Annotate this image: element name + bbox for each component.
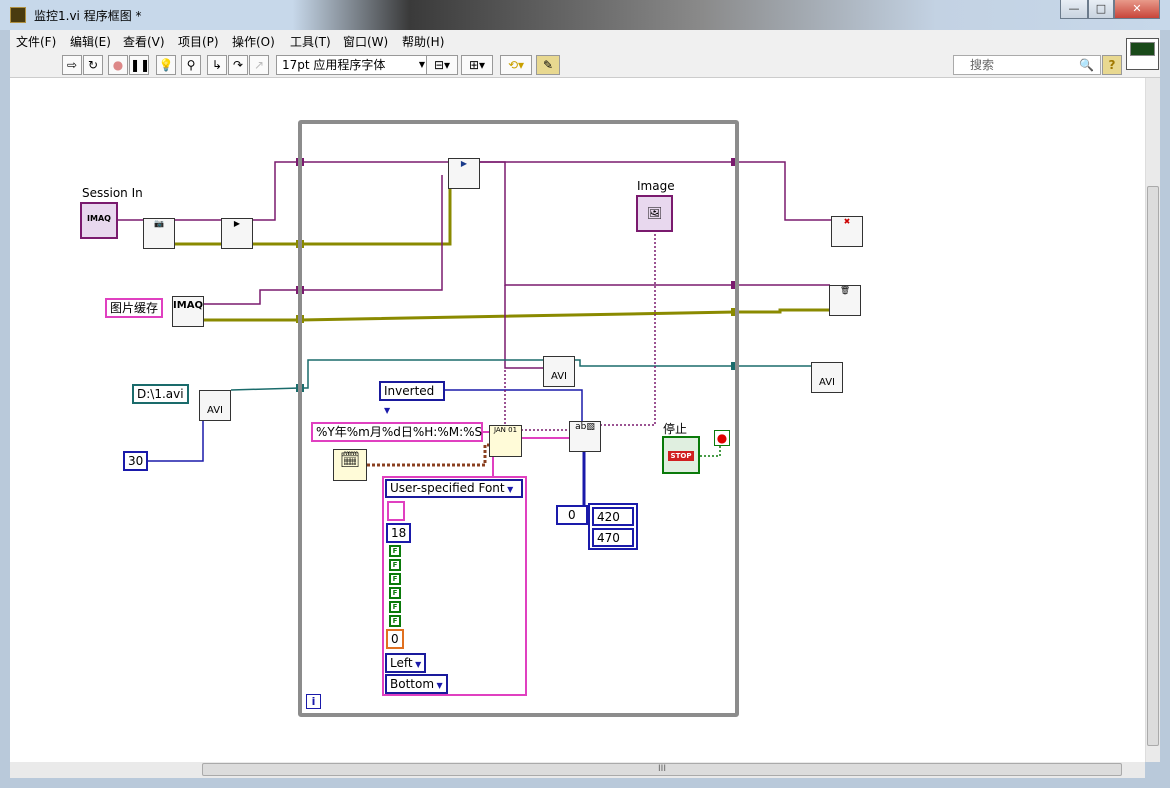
bool-const[interactable]: F — [389, 587, 401, 599]
stop-button-terminal[interactable]: STOP — [662, 436, 700, 474]
date-format-const[interactable]: %Y年%m月%d日%H:%M:%S — [311, 422, 483, 442]
imaq-overlay-text-node[interactable]: ab▧ — [569, 421, 601, 452]
imaq-dispose-node[interactable]: 🗑 — [829, 285, 861, 316]
font-option-enum[interactable]: User-specified Font ▼ — [385, 479, 523, 498]
text-mode-enum[interactable]: Inverted ▼ — [379, 381, 445, 415]
session-in-label: Session In — [82, 186, 143, 200]
avi-path-const[interactable]: D:\1.avi — [132, 384, 189, 404]
frame-rate-const[interactable]: 30 — [123, 451, 149, 471]
avi-write-text: AVI — [551, 371, 567, 382]
session-in-control[interactable]: IMAQ — [80, 202, 118, 239]
horizontal-scrollbar[interactable]: III — [10, 762, 1145, 778]
font-option-value: User-specified Font — [390, 481, 505, 495]
avi-create-node[interactable]: AVI — [199, 390, 231, 421]
imaq-create-node[interactable]: IMAQ — [172, 296, 204, 327]
avi-close-node[interactable]: AVI — [811, 362, 843, 393]
stop-button-text: STOP — [667, 451, 695, 461]
bool-const[interactable]: F — [389, 545, 401, 557]
iteration-terminal: i — [306, 694, 321, 709]
bool-const[interactable]: F — [389, 573, 401, 585]
get-date-time-node[interactable]: 🗓 — [333, 449, 367, 481]
text-mode-value: Inverted — [384, 384, 435, 398]
image-label: Image — [637, 179, 675, 193]
wire-rate — [143, 420, 204, 462]
imaq-start-node[interactable]: ▶ — [221, 218, 253, 249]
avi-create-text: AVI — [207, 405, 223, 416]
bool-const[interactable]: F — [389, 615, 401, 627]
vertical-align-enum[interactable]: Bottom ▼ — [385, 674, 448, 694]
imaq-configure-grab-node[interactable]: 📷 — [143, 218, 175, 249]
font-number-const[interactable]: 0 — [386, 629, 404, 649]
imaq-create-text: IMAQ — [173, 300, 203, 311]
vertical-scroll-thumb[interactable] — [1147, 186, 1159, 746]
array-index-value: 0 — [568, 508, 576, 522]
horizontal-scroll-thumb[interactable]: III — [202, 763, 1122, 776]
stop-label: 停止 — [663, 422, 688, 436]
vertical-align-value: Bottom — [390, 677, 435, 691]
bool-const[interactable]: F — [389, 559, 401, 571]
avi-write-frame-node[interactable]: AVI — [543, 356, 575, 387]
loop-condition-terminal[interactable]: ● — [714, 430, 730, 446]
horizontal-align-enum[interactable]: Left ▼ — [385, 653, 427, 673]
image-indicator: 🖼 — [636, 195, 673, 232]
image-buffer-name-const[interactable]: 图片缓存 — [105, 298, 164, 318]
avi-close-text: AVI — [819, 377, 835, 388]
format-date-time-string-node[interactable]: JAN 01 — [489, 425, 522, 457]
font-name-string[interactable] — [387, 501, 405, 521]
font-size-const[interactable]: 18 — [386, 523, 412, 543]
bool-const[interactable]: F — [389, 601, 401, 613]
origin-x-const[interactable]: 420 — [592, 507, 634, 526]
imaq-close-node[interactable]: ✖ — [831, 216, 863, 247]
horizontal-align-value: Left — [390, 656, 413, 670]
imaq-grab-node[interactable]: ▶ — [448, 158, 480, 189]
array-index-const[interactable]: 0 — [556, 505, 588, 525]
image-icon: 🖼 — [646, 206, 663, 220]
vertical-scrollbar[interactable] — [1145, 78, 1160, 762]
origin-array-const[interactable]: 420 470 — [588, 503, 638, 550]
origin-y-const[interactable]: 470 — [592, 528, 634, 547]
session-in-text: IMAQ — [87, 214, 111, 223]
